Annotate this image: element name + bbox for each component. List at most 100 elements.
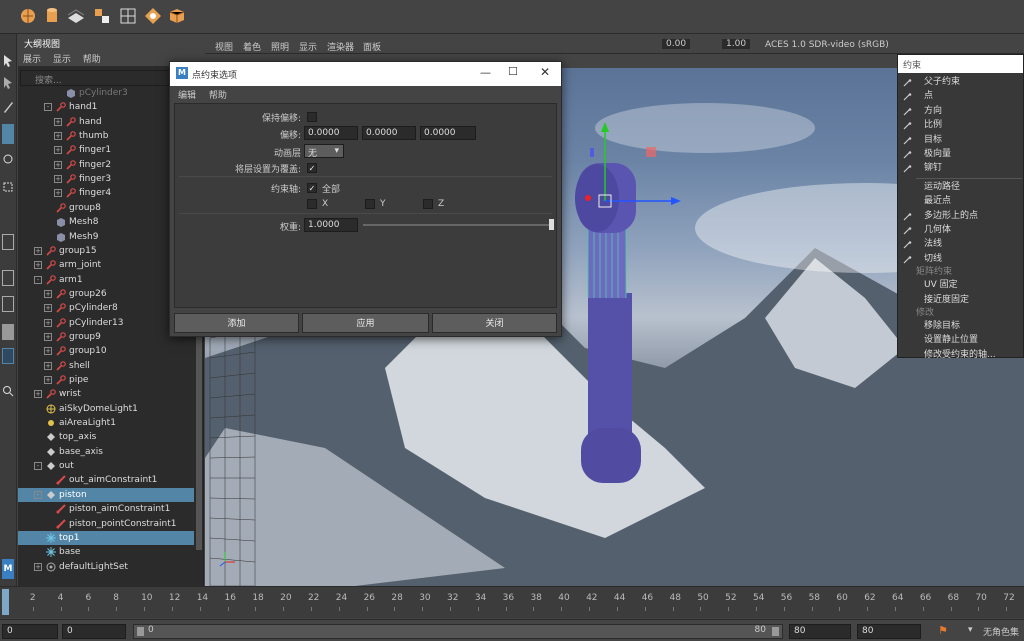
weight-slider-handle[interactable] bbox=[549, 219, 554, 230]
current-time-indicator[interactable] bbox=[2, 589, 9, 615]
expand-icon[interactable]: + bbox=[54, 175, 62, 184]
outliner-row-group8[interactable]: group8 bbox=[18, 201, 194, 215]
paint-tool-icon[interactable] bbox=[2, 100, 14, 114]
x-axis-checkbox[interactable] bbox=[307, 199, 317, 209]
cube-icon[interactable] bbox=[92, 6, 112, 26]
outliner-row-group10[interactable]: + group10 bbox=[18, 344, 194, 358]
outliner-row-defaultlightset[interactable]: + defaultLightSet bbox=[18, 560, 194, 574]
close-icon[interactable]: ✕ bbox=[540, 65, 550, 79]
character-set-dropdown[interactable]: 无角色集 bbox=[983, 625, 1019, 638]
viewport-menu-shading[interactable]: 着色 bbox=[243, 40, 261, 53]
constrain-menu-item[interactable]: 多边形上的点 bbox=[898, 209, 1023, 223]
expand-icon[interactable]: + bbox=[54, 132, 62, 141]
plane-icon[interactable] bbox=[66, 6, 86, 26]
constrain-menu-item[interactable]: 接近度固定 bbox=[898, 293, 1023, 307]
single-view-icon[interactable] bbox=[2, 234, 14, 250]
viewport-menu-view[interactable]: 视图 bbox=[215, 40, 233, 53]
dialog-menu-edit[interactable]: 编辑 bbox=[178, 91, 196, 101]
outliner-row-finger1[interactable]: + finger1 bbox=[18, 143, 194, 157]
expand-icon[interactable]: + bbox=[44, 289, 52, 298]
constrain-menu-item[interactable]: 最近点 bbox=[898, 194, 1023, 208]
range-handle-right[interactable] bbox=[772, 627, 779, 636]
close-button[interactable]: 关闭 bbox=[432, 313, 557, 333]
outliner-row-group15[interactable]: + group15 bbox=[18, 244, 194, 258]
outliner-row-group9[interactable]: + group9 bbox=[18, 330, 194, 344]
expand-icon[interactable]: + bbox=[44, 318, 52, 327]
offset-z-field[interactable]: 0.0000 bbox=[420, 126, 476, 140]
expand-icon[interactable]: + bbox=[54, 146, 62, 155]
viewport-menu-panels[interactable]: 面板 bbox=[363, 40, 381, 53]
constrain-menu-item[interactable]: 极向量 bbox=[898, 147, 1023, 161]
constrain-menu-item[interactable]: 切线 bbox=[898, 252, 1023, 266]
outliner-row-hand[interactable]: + hand bbox=[18, 115, 194, 129]
outliner-row-piston-aimconstraint1[interactable]: piston_aimConstraint1 bbox=[18, 502, 194, 516]
maintain-offset-checkbox[interactable] bbox=[307, 112, 317, 122]
offset-x-field[interactable]: 0.0000 bbox=[304, 126, 358, 140]
outliner-menu-show[interactable]: 展示 bbox=[23, 55, 41, 65]
collapse-icon[interactable]: - bbox=[34, 462, 42, 471]
cylinder-icon[interactable] bbox=[42, 6, 62, 26]
outliner-menu-help[interactable]: 帮助 bbox=[83, 55, 101, 65]
constrain-menu-header[interactable]: 约束 bbox=[898, 55, 1023, 73]
expand-icon[interactable]: + bbox=[44, 361, 52, 370]
outliner-row-group26[interactable]: + group26 bbox=[18, 287, 194, 301]
outliner-row-base[interactable]: base bbox=[18, 545, 194, 559]
expand-icon[interactable]: + bbox=[44, 347, 52, 356]
constrain-menu-item[interactable]: 运动路径 bbox=[898, 180, 1023, 194]
y-axis-checkbox[interactable] bbox=[365, 199, 375, 209]
outliner-row-mesh8[interactable]: Mesh8 bbox=[18, 215, 194, 229]
four-view-icon[interactable] bbox=[2, 270, 14, 286]
search-icon[interactable] bbox=[2, 384, 14, 398]
outliner-row-piston[interactable]: - piston bbox=[18, 487, 194, 502]
constrain-menu-item[interactable]: 法线 bbox=[898, 237, 1023, 251]
range-slider[interactable]: 0 80 bbox=[133, 624, 783, 639]
outliner-row-finger2[interactable]: + finger2 bbox=[18, 158, 194, 172]
collapse-icon[interactable]: - bbox=[44, 103, 52, 112]
exposure-field[interactable]: 0.00 bbox=[662, 39, 691, 49]
start-time-field[interactable]: 0 bbox=[2, 624, 58, 639]
end-time-field[interactable]: 80 bbox=[857, 624, 921, 639]
diamond-icon[interactable] bbox=[143, 6, 163, 26]
constrain-menu-item[interactable]: 点 bbox=[898, 89, 1023, 103]
viewport-menu-renderer[interactable]: 渲染器 bbox=[327, 40, 354, 53]
grid-icon[interactable] bbox=[118, 6, 138, 26]
expand-icon[interactable]: + bbox=[34, 390, 42, 399]
outliner-row-hand1[interactable]: - hand1 bbox=[18, 100, 194, 114]
outliner-row-mesh9[interactable]: Mesh9 bbox=[18, 230, 194, 244]
constrain-menu-item[interactable]: UV 固定 bbox=[898, 278, 1023, 292]
constrain-menu-item[interactable]: 修改受约束的轴... bbox=[898, 348, 1023, 362]
constrain-menu-item[interactable]: 移除目标 bbox=[898, 319, 1023, 333]
outliner-row-thumb[interactable]: + thumb bbox=[18, 129, 194, 143]
anim-layer-dropdown[interactable]: 无 ▾ bbox=[304, 144, 344, 159]
expand-icon[interactable]: + bbox=[54, 189, 62, 198]
all-axes-checkbox[interactable]: ✓ bbox=[307, 183, 317, 193]
outliner-row-out-aimconstraint1[interactable]: out_aimConstraint1 bbox=[18, 473, 194, 487]
lasso-tool-icon[interactable] bbox=[2, 76, 14, 90]
weight-slider-track[interactable] bbox=[363, 224, 553, 226]
scale-tool-icon[interactable] bbox=[2, 180, 14, 194]
outliner-layout-icon[interactable] bbox=[2, 348, 14, 364]
outliner-row-base-axis[interactable]: base_axis bbox=[18, 445, 194, 459]
outliner-row-wrist[interactable]: + wrist bbox=[18, 387, 194, 401]
expand-icon[interactable]: + bbox=[44, 332, 52, 341]
constrain-menu-item[interactable]: 父子约束 bbox=[898, 75, 1023, 89]
layout-alt-icon[interactable] bbox=[2, 324, 14, 340]
expand-icon[interactable]: + bbox=[34, 562, 42, 571]
colorspace-label[interactable]: ACES 1.0 SDR-video (sRGB) bbox=[765, 40, 889, 50]
viewport-menu-show[interactable]: 显示 bbox=[299, 40, 317, 53]
time-slider[interactable]: 0246810121416182022242628303234363840424… bbox=[0, 586, 1024, 618]
minimize-icon[interactable]: — bbox=[480, 66, 491, 79]
outliner-row-pcylinder3[interactable]: pCylinder3 bbox=[18, 86, 194, 100]
apply-button[interactable]: 应用 bbox=[302, 313, 429, 333]
range-end-field[interactable]: 80 bbox=[789, 624, 851, 639]
expand-icon[interactable]: + bbox=[44, 376, 52, 384]
outliner-row-aiskydomelight1[interactable]: aiSkyDomeLight1 bbox=[18, 402, 194, 416]
add-button[interactable]: 添加 bbox=[174, 313, 299, 333]
range-start-field[interactable]: 0 bbox=[62, 624, 126, 639]
auto-key-icon[interactable]: ⚑ bbox=[938, 624, 948, 637]
select-tool-icon[interactable] bbox=[2, 54, 14, 68]
expand-icon[interactable]: + bbox=[34, 246, 42, 255]
z-axis-checkbox[interactable] bbox=[423, 199, 433, 209]
move-tool-button[interactable] bbox=[2, 124, 14, 144]
outliner-row-out[interactable]: - out bbox=[18, 459, 194, 473]
